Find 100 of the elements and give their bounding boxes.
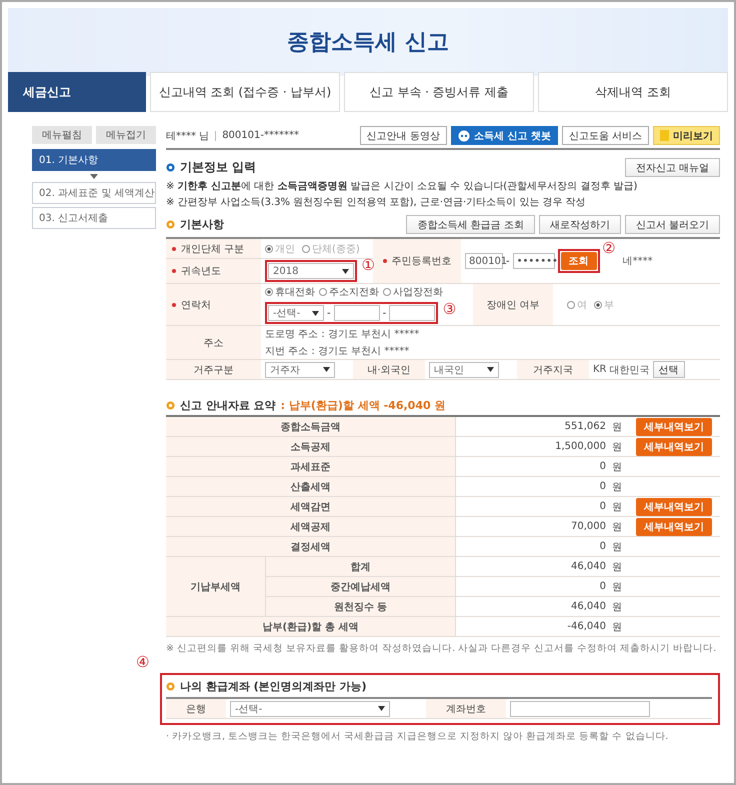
action-button[interactable]: 종합소득세 환급금 조회 xyxy=(406,215,535,234)
notice-text: ※ 기한후 신고분에 대한 소득금액증명원 발급은 시간이 소요될 수 있습니다(관할세무서장의 결정후 발급) xyxy=(166,180,638,193)
row-label: 세액공제 xyxy=(166,517,456,536)
section-title: 기본정보 입력 xyxy=(180,159,256,176)
radio-label: 개인 xyxy=(275,242,295,256)
nav-tab[interactable]: 세금신고 xyxy=(8,72,146,112)
radio-button[interactable] xyxy=(594,300,602,308)
caret-icon xyxy=(378,706,385,711)
unit-text: 원 xyxy=(612,460,623,474)
bank-select[interactable]: -선택- xyxy=(230,700,390,716)
menu-toggle-button[interactable]: 메뉴펼침 xyxy=(32,126,92,144)
nav-tab[interactable]: 신고내역 조회 (접수증 · 납부서) xyxy=(150,72,340,112)
id-back-field[interactable]: ••••••• xyxy=(512,253,555,269)
section-title: 신고 안내자료 요약 xyxy=(180,398,276,413)
caret-icon xyxy=(342,268,349,274)
bullet-icon xyxy=(166,401,175,410)
menu-toggle-button[interactable]: 메뉴접기 xyxy=(96,126,156,144)
step-item[interactable]: 03. 신고서제출 xyxy=(32,207,156,229)
field-label: 내·외국인 xyxy=(367,364,411,376)
notice-text: ※ 간편장부 사업소득(3.3% 원천징수된 인적용역 포함), 근로·연금·기타소득이 있는 경우 작성 xyxy=(166,196,587,209)
nav-tab[interactable]: 삭제내역 조회 xyxy=(538,72,728,112)
toolbar-button[interactable]: 신고안내 동영상 xyxy=(360,126,447,145)
field-label: 계좌번호 xyxy=(446,702,486,716)
required-icon xyxy=(172,269,176,273)
phone-field[interactable] xyxy=(334,305,380,321)
document-icon xyxy=(660,130,669,141)
amount-text: -46,040 xyxy=(566,620,607,634)
toolbar-button[interactable]: 미리보기 xyxy=(653,126,720,145)
residency-select[interactable]: 거주자 xyxy=(265,362,335,378)
caret-icon xyxy=(323,367,330,372)
address-text: 도로명 주소 : 경기도 부천시 ***** xyxy=(265,328,420,341)
annotation-number: ① xyxy=(362,258,375,273)
detail-button[interactable]: 세부내역보기 xyxy=(636,498,712,516)
amount-text: 0 xyxy=(598,460,607,474)
required-icon xyxy=(172,302,176,306)
radio-button[interactable] xyxy=(265,244,273,252)
step-item[interactable]: 01. 기본사항 xyxy=(32,149,156,171)
bullet-icon xyxy=(166,163,175,172)
row-label: 합계 xyxy=(266,557,456,576)
notice-text: · 카카오뱅크, 토스뱅크는 한국은행에서 국세환급금 지급은행으로 지정하지 않아 환급계좌로 등록할 수 없습니다. xyxy=(166,730,670,743)
action-button[interactable]: 신고서 불러오기 xyxy=(624,215,720,234)
detail-button[interactable]: 세부내역보기 xyxy=(636,518,712,536)
radio-button[interactable] xyxy=(302,244,310,252)
row-label: 원천징수 등 xyxy=(266,597,456,616)
radio-button[interactable] xyxy=(567,300,575,308)
field-label: 귀속년도 xyxy=(181,265,221,278)
name-text: 네**** xyxy=(622,255,653,268)
step-item[interactable]: 02. 과세표준 및 세액계산 xyxy=(32,182,156,204)
radio-button[interactable] xyxy=(383,288,391,296)
unit-text: 원 xyxy=(612,540,623,554)
amount-text: 1,500,000 xyxy=(554,440,607,454)
user-id: 800101-******* xyxy=(222,130,299,141)
caret-icon xyxy=(487,367,494,372)
required-icon xyxy=(382,259,386,263)
annotation-number: ③ xyxy=(442,302,456,317)
group-label: 기납부세액 xyxy=(166,557,266,617)
radio-button[interactable] xyxy=(265,288,273,296)
amount-text: 46,040 xyxy=(570,560,607,574)
radio-label: 부 xyxy=(604,298,614,312)
radio-button[interactable] xyxy=(319,288,327,296)
field-label: 주소 xyxy=(204,336,224,350)
unit-text: 원 xyxy=(612,600,623,614)
manual-button[interactable]: 전자신고 매뉴얼 xyxy=(624,158,720,177)
field-label: 개인단체 구분 xyxy=(181,242,244,256)
year-select[interactable]: 2018 xyxy=(268,263,354,279)
row-label: 중간예납세액 xyxy=(266,577,456,596)
field-label: 연락처 xyxy=(181,298,211,312)
area-code-select[interactable]: -선택- xyxy=(268,305,324,321)
row-label: 세액감면 xyxy=(166,497,456,516)
row-label: 산출세액 xyxy=(166,477,456,496)
toolbar-button[interactable]: 신고도움 서비스 xyxy=(562,126,649,145)
amount-text: 0 xyxy=(598,580,607,594)
detail-button[interactable]: 세부내역보기 xyxy=(636,438,712,456)
amount-text: 0 xyxy=(598,540,607,554)
phone-field[interactable] xyxy=(389,305,436,321)
nationality-select[interactable]: 내국인 xyxy=(429,362,499,378)
unit-text: 원 xyxy=(612,580,623,594)
caret-icon xyxy=(312,310,319,316)
action-button[interactable]: 새로작성하기 xyxy=(538,215,621,234)
bullet-icon xyxy=(166,220,175,229)
user-name: 테**** 님 xyxy=(166,130,210,142)
account-field[interactable] xyxy=(510,700,650,716)
detail-button[interactable]: 세부내역보기 xyxy=(636,418,712,436)
unit-text: 원 xyxy=(612,620,623,634)
unit-text: 원 xyxy=(612,440,623,454)
subsection-title: 기본사항 xyxy=(180,217,224,232)
amount-text: 46,040 xyxy=(570,600,607,614)
amount-text: 0 xyxy=(598,480,607,494)
dash-text: - xyxy=(327,308,331,318)
select-button[interactable]: 선택 xyxy=(652,361,685,378)
lookup-button[interactable]: 조회 xyxy=(560,252,597,270)
annotation-number: ② xyxy=(602,241,616,256)
row-label: 종합소득금액 xyxy=(166,417,456,436)
toolbar-button[interactable]: 소득세 신고 챗봇 xyxy=(450,126,558,145)
unit-text: 원 xyxy=(612,520,623,534)
field-label: 거주지국 xyxy=(533,364,573,376)
field-label: 거주구분 xyxy=(194,364,234,376)
row-label: 결정세액 xyxy=(166,537,456,556)
unit-text: 원 xyxy=(612,500,623,514)
nav-tab[interactable]: 신고 부속 · 증빙서류 제출 xyxy=(344,72,534,112)
